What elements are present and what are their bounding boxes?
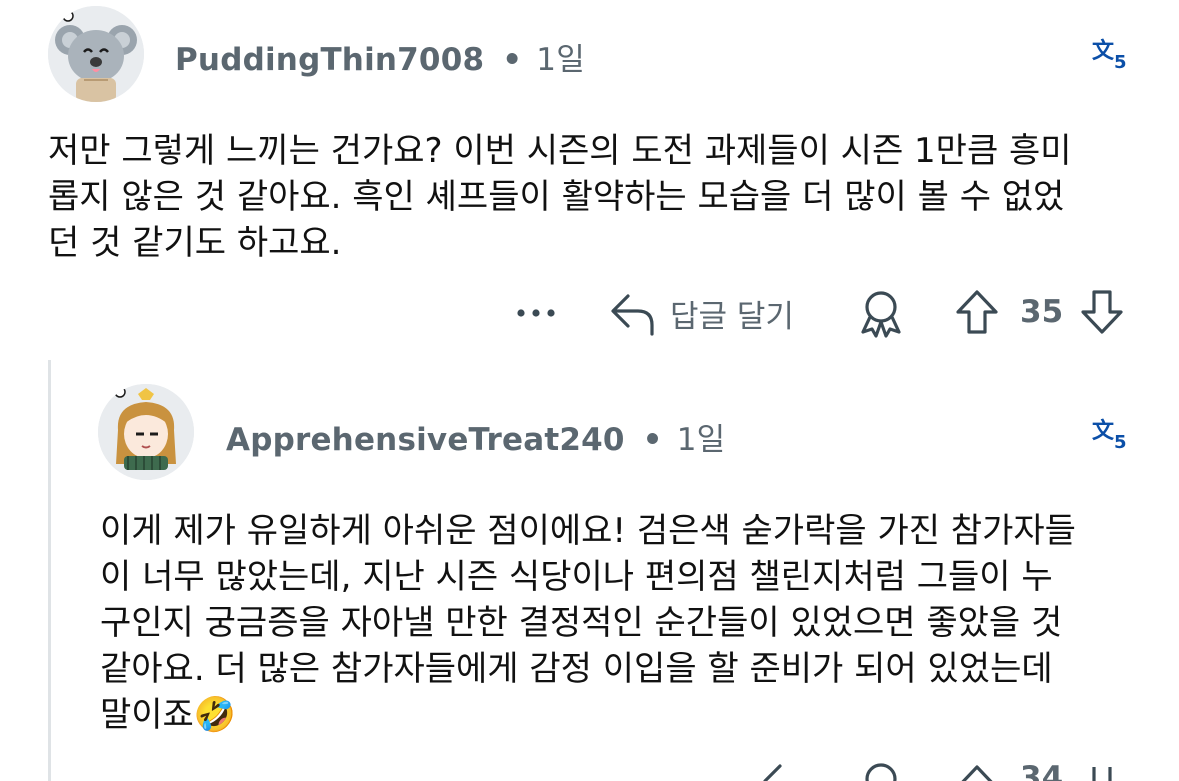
comment-age: 1일 [536, 42, 585, 78]
reply-arrow-icon [611, 294, 654, 336]
upvote-icon[interactable] [954, 288, 1000, 336]
thread-line[interactable] [48, 360, 51, 781]
reply-vote-count: 34 [1020, 760, 1064, 781]
reply-label: 답글 달기 [670, 298, 794, 335]
reply-header: ApprehensiveTreat240 • 1일 [226, 414, 725, 459]
reply-vote-controls: 34 [954, 760, 1125, 781]
user-avatar[interactable] [48, 6, 144, 102]
comment-thread: PuddingThin7008 • 1일 文 5 저만 그렇게 느끼는 건가요? 이… [0, 0, 1179, 781]
vote-count: 35 [1020, 294, 1064, 330]
downvote-icon[interactable] [1079, 288, 1125, 336]
reply-arrow-icon [763, 764, 782, 781]
reply-text-line: 같아요. 더 많은 참가자들에게 감정 이입을 할 준비가 되어 있었는데 [100, 649, 1053, 689]
separator-dot: • [642, 422, 663, 458]
reply-reply-button[interactable] [760, 760, 810, 781]
girl-avatar-icon [98, 384, 194, 480]
reply-user-avatar[interactable] [98, 384, 194, 480]
svg-text:文: 文 [1092, 38, 1115, 64]
more-options-button[interactable] [516, 296, 558, 330]
translate-icon[interactable]: 文 5 [1090, 34, 1130, 74]
award-button[interactable] [857, 288, 905, 338]
comment-text-line: 롭지 않은 것 같아요. 흑인 셰프들이 활약하는 모습을 더 많이 볼 수 없… [48, 177, 1065, 217]
reply-username-link[interactable]: ApprehensiveTreat240 [226, 422, 625, 458]
username-link[interactable]: PuddingThin7008 [175, 42, 484, 78]
svg-text:5: 5 [1114, 52, 1127, 73]
upvote-icon[interactable] [954, 763, 1000, 781]
separator-dot: • [502, 42, 523, 78]
reply-button[interactable]: 답글 달기 [608, 290, 794, 336]
reply-text-line-last: 말이죠🤣 [100, 689, 236, 741]
reply-text-line: 이게 제가 유일하게 아쉬운 점이에요! 검은색 숟가락을 가진 참가자들 [100, 511, 1076, 551]
vote-controls: 35 [954, 288, 1125, 336]
award-icon [865, 763, 897, 781]
reply-text-line: 구인지 궁금증을 자아낼 만한 결정적인 순간들이 있었으면 좋았을 것 [100, 603, 1063, 643]
reply-award-button[interactable] [857, 760, 905, 781]
downvote-icon[interactable] [1079, 763, 1125, 781]
svg-text:文: 文 [1092, 418, 1115, 444]
comment-text-line: 던 것 같기도 하고요. [48, 223, 342, 263]
svg-text:5: 5 [1114, 432, 1127, 453]
koala-avatar-icon [48, 6, 144, 102]
comment-header: PuddingThin7008 • 1일 [175, 34, 585, 79]
more-icon [517, 309, 555, 317]
reply-translate-icon[interactable]: 文 5 [1090, 414, 1130, 454]
award-icon [861, 291, 901, 338]
reply-age: 1일 [676, 422, 726, 458]
reply-text-line: 이 너무 많았는데, 지난 시즌 식당이나 편의점 챌린지처럼 그들이 누 [100, 557, 1053, 597]
reply-text-last-words: 말이죠 [100, 695, 194, 735]
laughing-emoji: 🤣 [193, 695, 237, 735]
comment-text-line: 저만 그렇게 느끼는 건가요? 이번 시즌의 도전 과제들이 시즌 1만큼 흥미 [48, 131, 1072, 171]
